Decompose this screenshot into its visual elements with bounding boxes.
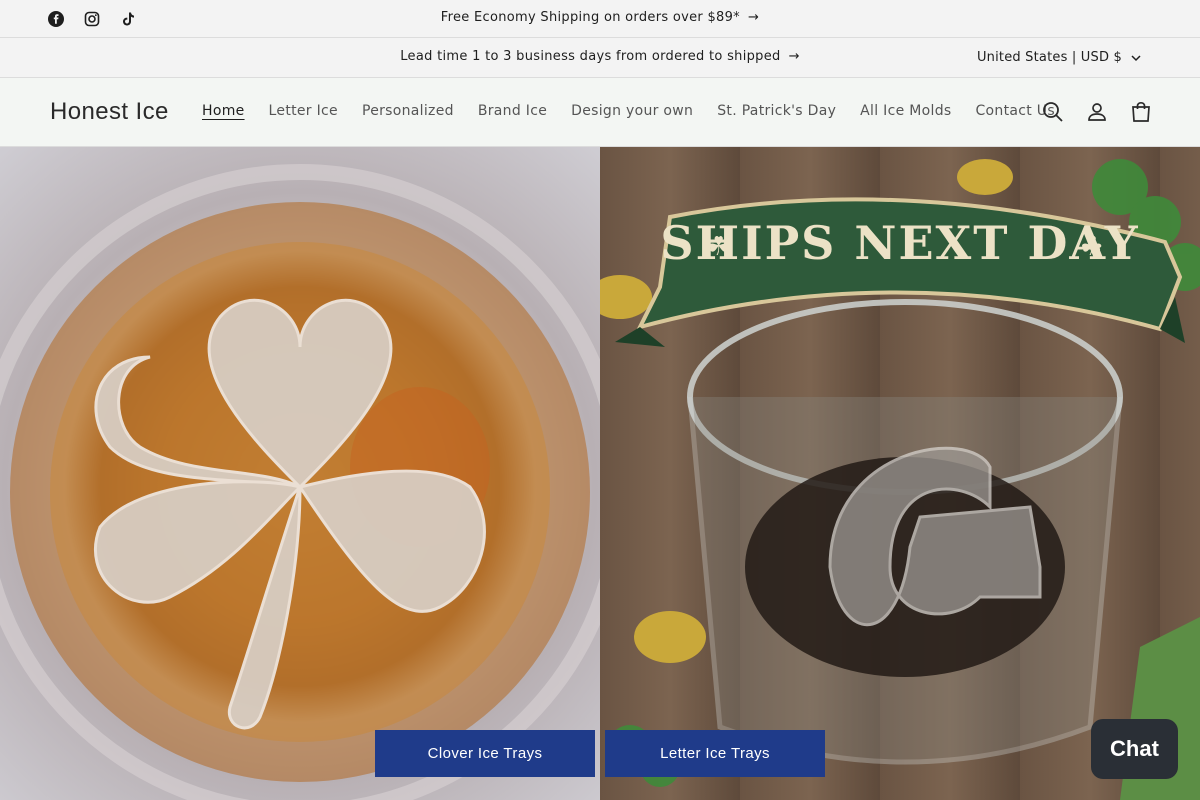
announcement-bar-second: Lead time 1 to 3 business days from orde… bbox=[0, 38, 1200, 78]
nav-item-personalized[interactable]: Personalized bbox=[350, 103, 466, 119]
chevron-down-icon bbox=[1131, 54, 1141, 61]
announcement-bar-top: Free Economy Shipping on orders over $89… bbox=[0, 0, 1200, 38]
search-icon[interactable] bbox=[1040, 98, 1066, 126]
nav-item-home[interactable]: Home bbox=[190, 103, 257, 119]
cart-icon[interactable] bbox=[1128, 98, 1154, 126]
svg-text:☘: ☘ bbox=[1080, 232, 1103, 262]
clover-ice-image: Clover Ice Trays bbox=[0, 147, 600, 800]
clover-glass-illustration bbox=[0, 164, 600, 800]
account-icon[interactable] bbox=[1084, 98, 1110, 126]
currency-label: United States | USD $ bbox=[976, 50, 1122, 65]
letter-ice-image: SHIPS NEXT DAY ☘ ☘ Letter Ice Trays bbox=[600, 147, 1200, 800]
letter-ice-trays-button[interactable]: Letter Ice Trays bbox=[605, 730, 825, 777]
hero-banner: Clover Ice Trays SHIPS NEXT DAY ☘ ☘ Lett… bbox=[0, 147, 1200, 800]
ships-next-day-banner-text: SHIPS NEXT DAY bbox=[660, 216, 1139, 270]
announcement-shipping-text: Free Economy Shipping on orders over $89… bbox=[440, 10, 740, 25]
announcement-leadtime-text: Lead time 1 to 3 business days from orde… bbox=[400, 49, 781, 64]
chat-button[interactable]: Chat bbox=[1091, 719, 1178, 779]
clover-ice-trays-button[interactable]: Clover Ice Trays bbox=[375, 730, 595, 777]
nav-item-design-your-own[interactable]: Design your own bbox=[559, 103, 705, 119]
svg-text:☘: ☘ bbox=[707, 232, 730, 262]
nav-item-brand-ice[interactable]: Brand Ice bbox=[466, 103, 559, 119]
nav-item-all-ice-molds[interactable]: All Ice Molds bbox=[848, 103, 963, 119]
announcement-shipping[interactable]: Free Economy Shipping on orders over $89… bbox=[0, 10, 1200, 25]
site-header: Honest Ice Home Letter Ice Personalized … bbox=[0, 78, 1200, 147]
currency-selector[interactable]: United States | USD $ bbox=[977, 50, 1142, 65]
header-actions bbox=[1040, 98, 1154, 126]
letter-glass-illustration: SHIPS NEXT DAY ☘ ☘ bbox=[600, 159, 1200, 800]
site-logo[interactable]: Honest Ice bbox=[50, 98, 169, 126]
nav-item-letter-ice[interactable]: Letter Ice bbox=[257, 103, 350, 119]
arrow-right-icon: → bbox=[748, 10, 760, 25]
arrow-right-icon: → bbox=[788, 49, 800, 64]
nav-item-st-patricks-day[interactable]: St. Patrick's Day bbox=[705, 103, 848, 119]
main-nav: Home Letter Ice Personalized Brand Ice D… bbox=[190, 103, 1067, 119]
